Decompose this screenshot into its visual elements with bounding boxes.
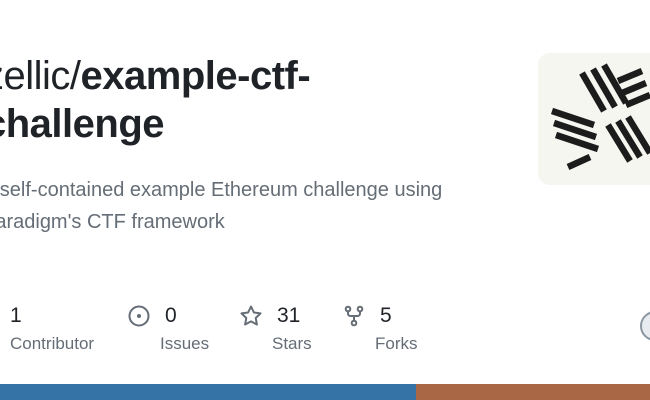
contributors-stat[interactable]: 1 Contributor (10, 300, 94, 354)
repo-description: A self-contained example Ethereum challe… (0, 179, 443, 233)
issue-opened-icon (127, 304, 151, 328)
issues-label: Issues (160, 334, 210, 353)
language-segment-0 (0, 384, 416, 400)
repo-stats: 1 Contributor 0 Issues 31 Stars 5 Forks (0, 300, 650, 360)
language-segment-1 (416, 384, 650, 400)
issues-count: 0 (165, 304, 177, 327)
stars-count: 31 (277, 304, 301, 327)
forks-label: Forks (375, 334, 418, 353)
star-icon (239, 304, 263, 328)
forks-stat[interactable]: 5 Forks (342, 300, 418, 354)
repo-title[interactable]: zellic/example-ctf-challenge (0, 52, 464, 148)
repo-social-card: zellic/example-ctf-challenge A self-cont… (0, 0, 650, 400)
owner-logo[interactable] (538, 53, 650, 185)
fork-icon (342, 304, 366, 328)
stars-label: Stars (272, 334, 312, 353)
zellic-logo-icon (550, 63, 650, 170)
forks-count: 5 (380, 304, 392, 327)
stars-stat[interactable]: 31 Stars (239, 300, 312, 354)
language-bar (0, 384, 650, 400)
issues-stat[interactable]: 0 Issues (127, 300, 209, 354)
contributors-label: Contributor (10, 334, 95, 353)
repo-name-line2: challenge (0, 102, 165, 146)
repo-name-line1: example-ctf- (80, 54, 311, 98)
contributors-count: 1 (10, 304, 22, 327)
repo-owner[interactable]: zellic/ (0, 54, 81, 98)
